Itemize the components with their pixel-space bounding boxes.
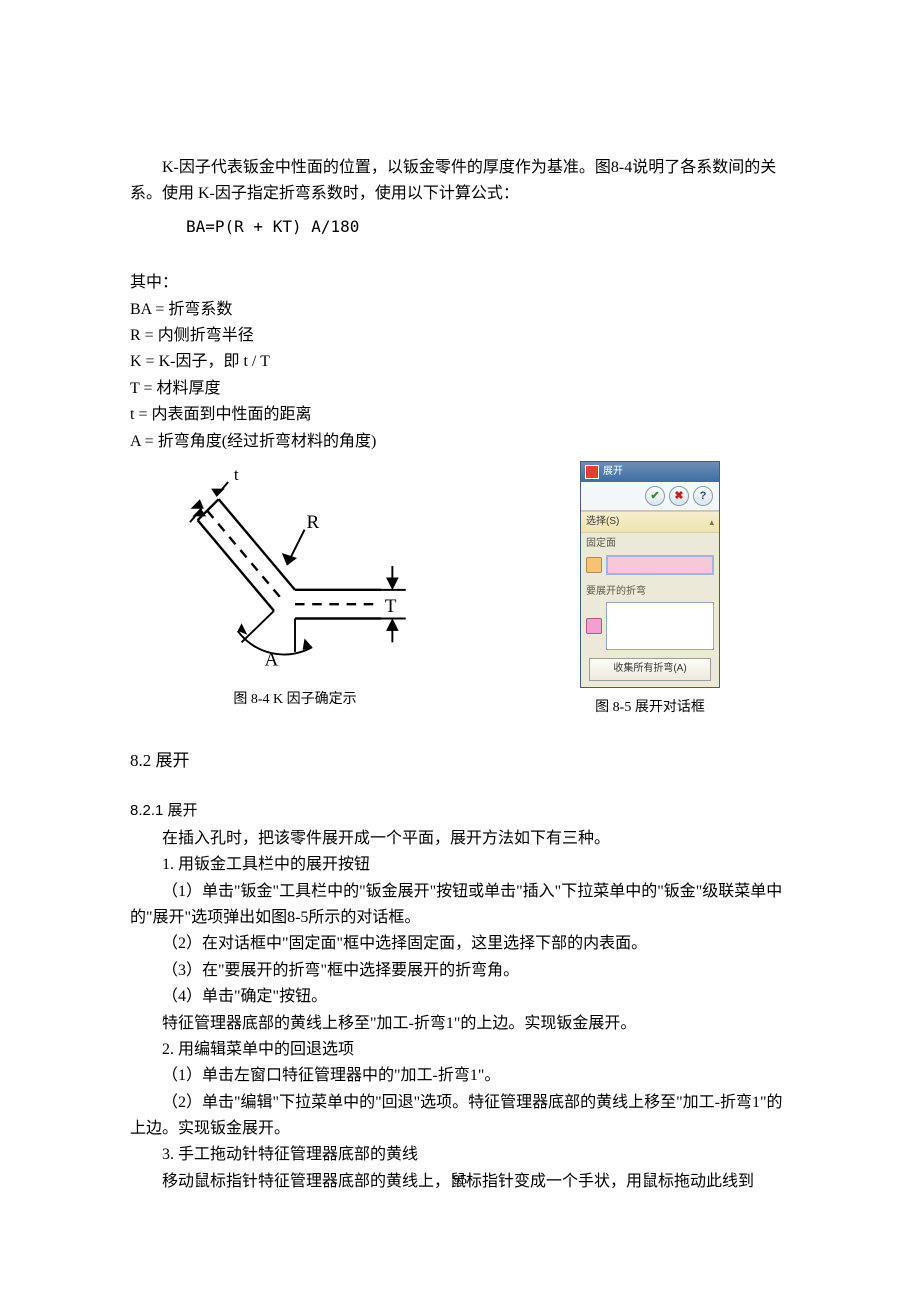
- def-r: R = 内侧折弯半径: [130, 323, 790, 349]
- definitions-label: 其中：: [130, 270, 790, 296]
- dialog-title: 展开: [603, 464, 623, 481]
- bends-listbox[interactable]: [606, 602, 714, 650]
- k-factor-diagram: t R T: [165, 461, 425, 671]
- ok-button[interactable]: ✔: [645, 486, 665, 506]
- method-2-title: 2. 用编辑菜单中的回退选项: [130, 1037, 790, 1063]
- section-head-selection[interactable]: 选择(S) ▴: [581, 511, 719, 534]
- label-a: A: [264, 649, 278, 670]
- def-t-lower: t = 内表面到中性面的距离: [130, 402, 790, 428]
- face-picker-icon[interactable]: [586, 557, 602, 573]
- bend-picker-icon[interactable]: [586, 618, 602, 634]
- bends-label: 要展开的折弯: [586, 584, 714, 601]
- figure-row: t R T: [130, 461, 790, 719]
- figure-8-5-caption: 图 8-5 展开对话框: [550, 696, 750, 719]
- def-a: A = 折弯角度(经过折弯材料的角度): [130, 429, 790, 455]
- document-page: K-因子代表钣金中性面的位置，以钣金零件的厚度作为基准。图8-4说明了各系数间的…: [0, 0, 920, 1302]
- method-1-step-1: （1）单击"钣金"工具栏中的"钣金展开"按钮或单击"插入"下拉菜单中的"钣金"级…: [130, 879, 790, 932]
- fixed-face-input[interactable]: [606, 555, 714, 575]
- fixed-face-label: 固定面: [586, 536, 714, 553]
- fixed-face-group: 固定面: [581, 533, 719, 581]
- figure-8-4: t R T: [130, 461, 460, 711]
- def-k: K = K-因子，即 t / T: [130, 349, 790, 375]
- method-1-result: 特征管理器底部的黄线上移至"加工-折弯1"的上边。实现钣金展开。: [130, 1011, 790, 1037]
- def-t-upper: T = 材料厚度: [130, 376, 790, 402]
- method-1-step-2: （2）在对话框中"固定面"框中选择固定面，这里选择下部的内表面。: [130, 931, 790, 957]
- method-3-title: 3. 手工拖动针特征管理器底部的黄线: [130, 1142, 790, 1168]
- collapse-icon: ▴: [709, 515, 714, 530]
- label-t: t: [234, 465, 239, 484]
- section-selection-label: 选择(S): [586, 514, 619, 531]
- method-1-step-3: （3）在"要展开的折弯"框中选择要展开的折弯角。: [130, 958, 790, 984]
- dialog-button-row: ✔ ✖ ?: [581, 482, 719, 511]
- formula-text: BA=P(R + KT) A/180: [130, 214, 790, 240]
- method-2-step-1: （1）单击左窗口特征管理器中的"加工-折弯1"。: [130, 1063, 790, 1089]
- figure-8-4-caption: 图 8-4 K 因子确定示: [130, 688, 460, 711]
- method-1-step-4: （4）单击"确定"按钮。: [130, 984, 790, 1010]
- def-ba: BA = 折弯系数: [130, 297, 790, 323]
- help-button[interactable]: ?: [693, 486, 713, 506]
- unfold-dialog: 展开 ✔ ✖ ? 选择(S) ▴ 固定面: [580, 461, 720, 688]
- p-intro: 在插入孔时，把该零件展开成一个平面，展开方法如下有三种。: [130, 826, 790, 852]
- heading-8-2-1: 8.2.1 展开: [130, 799, 790, 824]
- collect-all-bends-button[interactable]: 收集所有折弯(A): [589, 658, 711, 681]
- method-2-step-2: （2）单击"编辑"下拉菜单中的"回退"选项。特征管理器底部的黄线上移至"加工-折…: [130, 1090, 790, 1143]
- cancel-button[interactable]: ✖: [669, 486, 689, 506]
- definitions-block: 其中： BA = 折弯系数 R = 内侧折弯半径 K = K-因子，即 t / …: [130, 270, 790, 455]
- figure-8-5: 展开 ✔ ✖ ? 选择(S) ▴ 固定面: [550, 461, 750, 719]
- bends-group: 要展开的折弯: [581, 581, 719, 657]
- method-1-title: 1. 用钣金工具栏中的展开按钮: [130, 852, 790, 878]
- dialog-titlebar[interactable]: 展开: [581, 462, 719, 482]
- page-number: 95: [0, 1169, 920, 1192]
- unfold-icon: [585, 465, 599, 479]
- heading-8-2: 8.2 展开: [130, 747, 790, 775]
- label-t-upper: T: [385, 596, 397, 617]
- label-r: R: [306, 512, 319, 533]
- intro-paragraph: K-因子代表钣金中性面的位置，以钣金零件的厚度作为基准。图8-4说明了各系数间的…: [130, 155, 790, 208]
